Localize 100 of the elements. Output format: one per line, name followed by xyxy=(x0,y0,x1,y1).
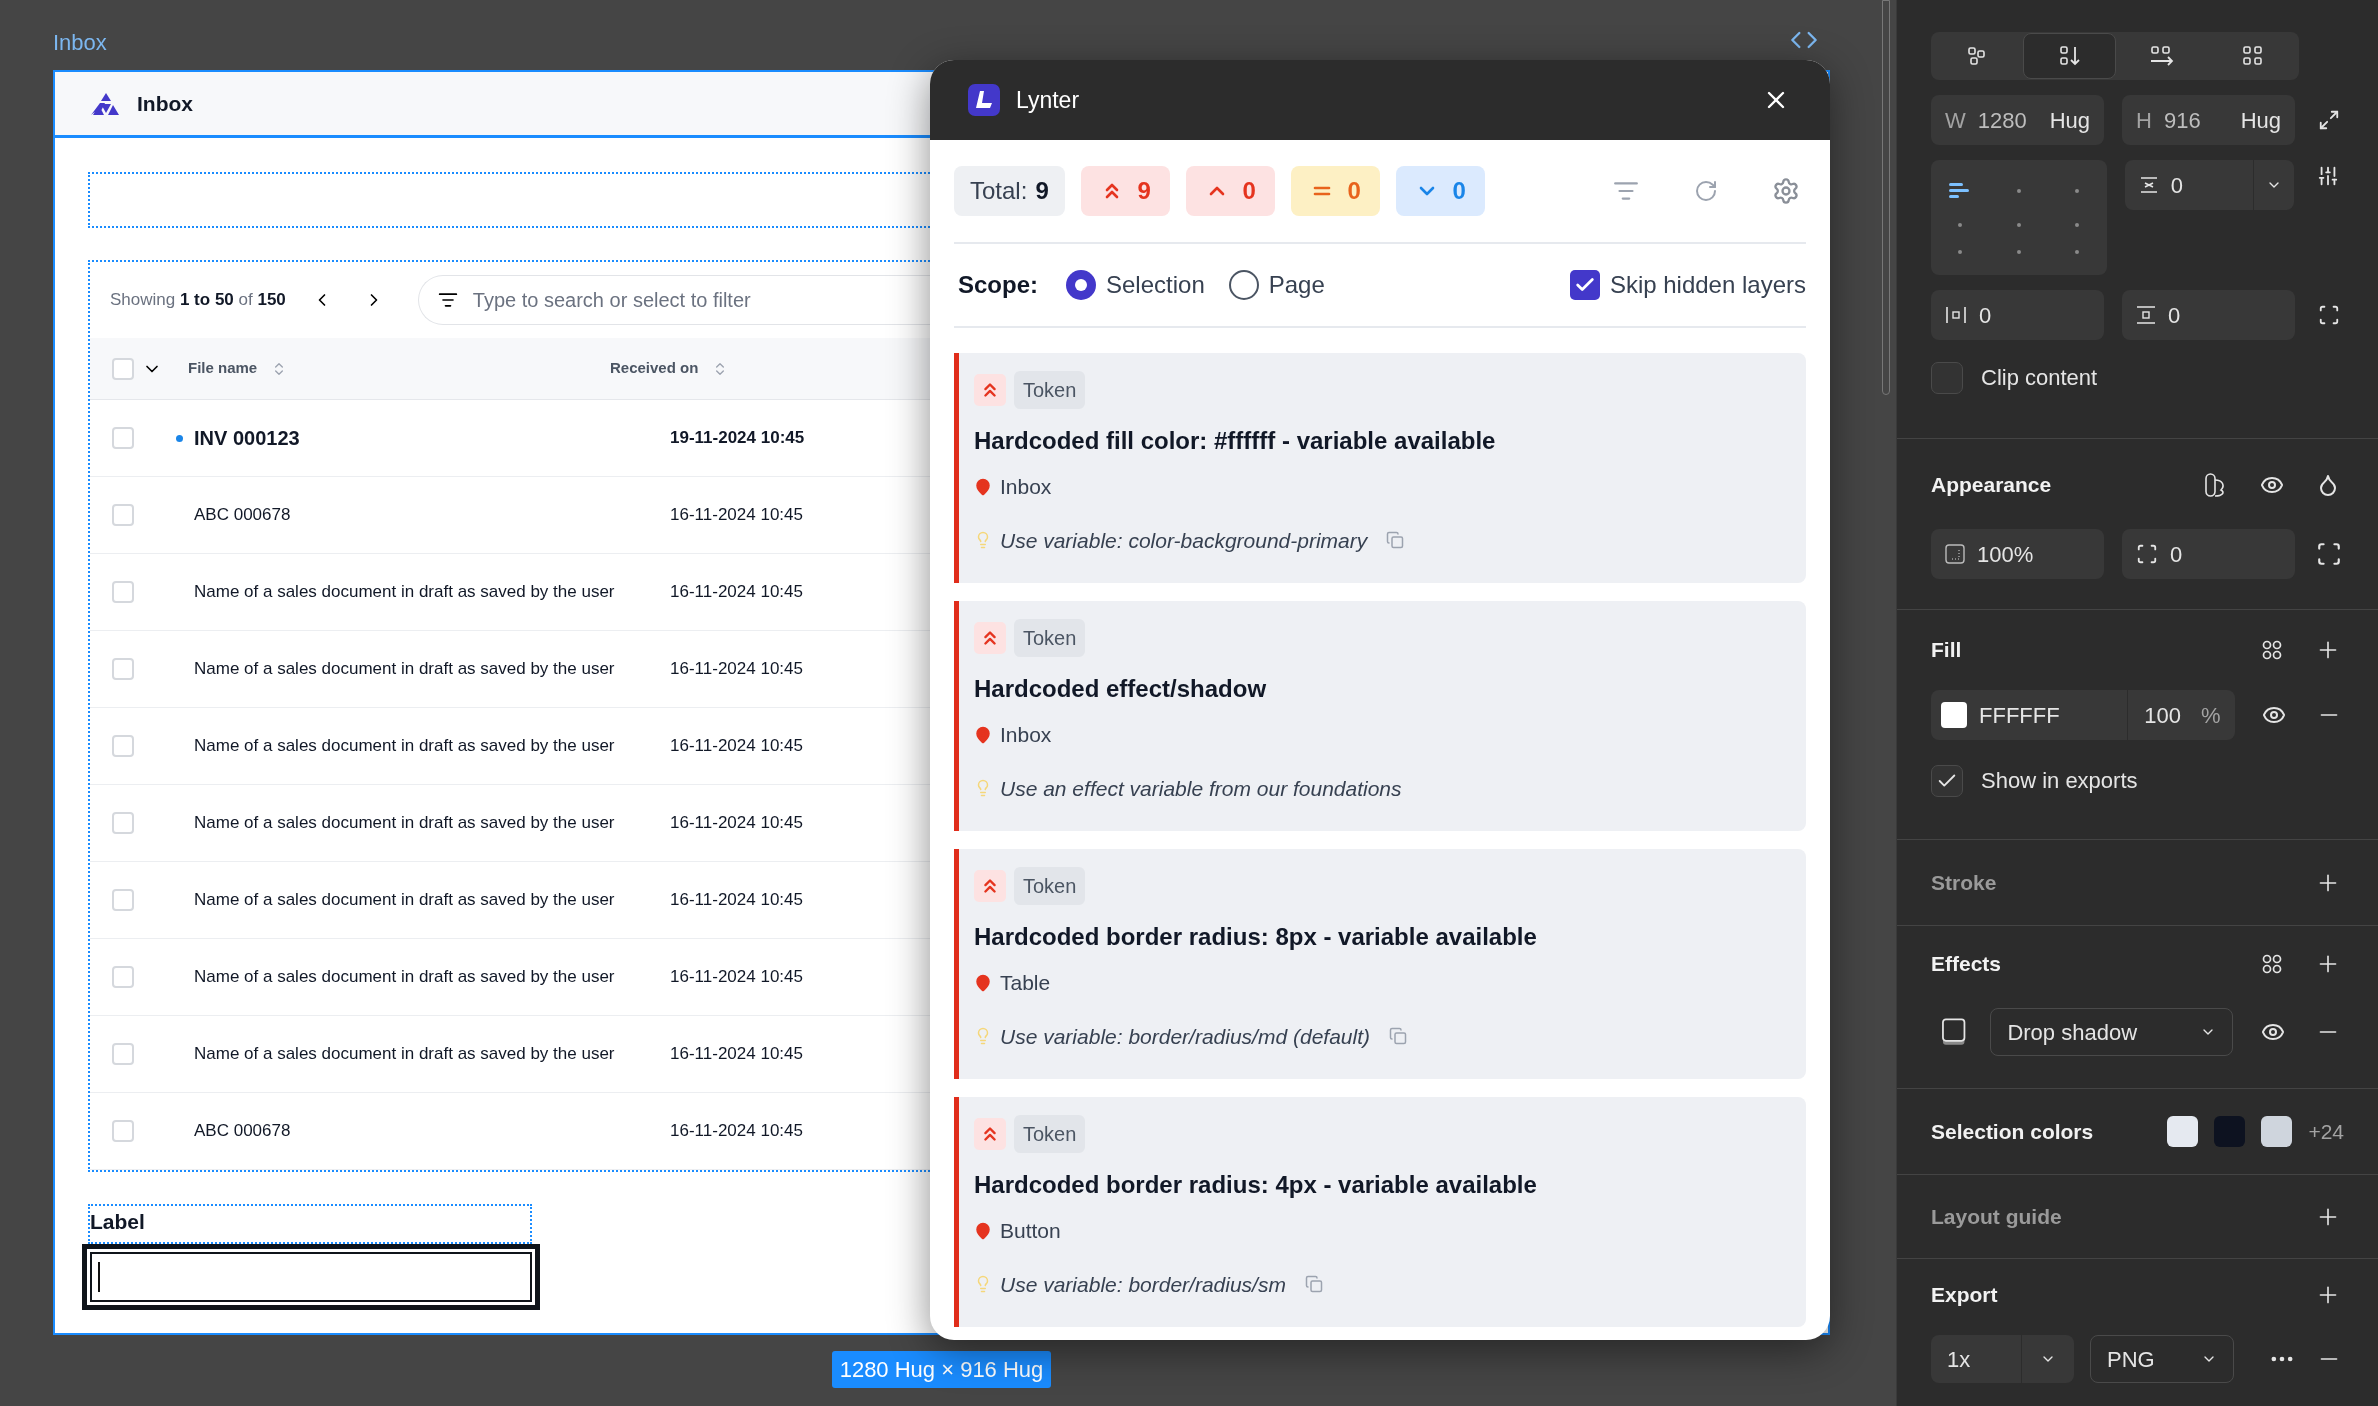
section-title: Stroke xyxy=(1931,869,1997,896)
total-label: Total: xyxy=(970,176,1028,206)
clip-content-checkbox[interactable]: Clip content xyxy=(1931,361,2344,394)
number-field[interactable]: H 916 Hug xyxy=(2122,95,2296,145)
copy-icon xyxy=(1386,531,1405,550)
pin-icon xyxy=(974,973,992,992)
row-checkbox[interactable] xyxy=(112,658,134,680)
row-checkbox[interactable] xyxy=(112,812,134,834)
issue-card[interactable]: Token Hardcoded fill color: #ffffff - variable available Inbox Use variable: color-background-primary xyxy=(954,353,1806,583)
table-cell-text: Name of a sales document in draft as saved by the user xyxy=(194,1043,616,1066)
number-field[interactable]: W 1280 Hug xyxy=(1931,95,2105,145)
size-badge: 1280 Hug × 916 Hug xyxy=(831,1351,1052,1388)
issue-card[interactable]: Token Hardcoded border radius: 8px - variable available Table Use variable: border/radius/md (default) xyxy=(954,849,1806,1079)
padding-value: 0 xyxy=(1979,301,1992,330)
section-title: Selection colors xyxy=(1931,1118,2094,1145)
issue-location: Button xyxy=(1000,1218,1061,1244)
number-field[interactable]: 0 xyxy=(1931,290,2105,340)
export-scale-dropdown[interactable]: 1x xyxy=(1931,1335,2074,1383)
table-cell-text: ABC 000678 xyxy=(194,1120,292,1143)
table-cell-text: ABC 000678 xyxy=(194,504,292,527)
export-format-dropdown[interactable]: PNG xyxy=(2090,1335,2235,1383)
horizontal-padding-icon xyxy=(1945,306,1967,324)
gap-value: 0 xyxy=(2170,171,2183,200)
column-header[interactable]: Received on xyxy=(610,357,699,380)
section-title: Fill xyxy=(1931,637,1962,664)
field-label: Label xyxy=(90,1210,145,1233)
table-cell-text: 19-11-2024 10:45 xyxy=(670,427,805,450)
align-left-icon xyxy=(1949,181,1972,200)
column-header[interactable]: File name xyxy=(188,357,258,380)
text-input-field[interactable] xyxy=(82,1243,540,1310)
fill-opacity-value: 100 xyxy=(2144,701,2181,730)
row-checkbox[interactable] xyxy=(112,504,134,526)
priority-count: 0 xyxy=(1452,176,1466,206)
row-checkbox[interactable] xyxy=(112,427,134,449)
row-checkbox[interactable] xyxy=(112,1120,134,1142)
scope-label: Scope: xyxy=(958,270,1038,300)
skip-hidden-checkbox[interactable]: Skip hidden layers xyxy=(1569,267,1806,303)
color-swatch[interactable] xyxy=(2261,1116,2293,1147)
fill-field[interactable]: FFFFFF 100 % xyxy=(1931,690,2235,740)
filter-icon xyxy=(437,290,458,310)
shadow-effect-icon[interactable] xyxy=(1941,1017,1967,1047)
scope-radio[interactable]: Page xyxy=(1228,267,1325,303)
category-tag: Token xyxy=(1014,867,1086,905)
effect-type-dropdown[interactable]: Drop shadow xyxy=(1990,1008,2234,1056)
issue-title: Hardcoded fill color: #ffffff - variable available xyxy=(974,426,1497,456)
category-tag: Token xyxy=(1014,619,1086,657)
color-swatch[interactable] xyxy=(2167,1116,2199,1147)
table-cell-text: Name of a sales document in draft as saved by the user xyxy=(194,658,616,681)
table-cell-text: 16-11-2024 10:45 xyxy=(670,1120,803,1143)
table-cell-text: Name of a sales document in draft as saved by the user xyxy=(194,966,616,989)
issue-suggestion: Use variable: color-background-primary xyxy=(1000,527,1368,554)
issue-card[interactable]: Token Hardcoded border radius: 4px - variable available Button Use variable: border/radius/sm xyxy=(954,1097,1806,1327)
issue-location: Inbox xyxy=(1000,722,1052,748)
table-cell-text: 16-11-2024 10:45 xyxy=(670,504,803,527)
issue-title: Hardcoded effect/shadow xyxy=(974,674,1268,704)
axis-label: H xyxy=(2136,106,2152,135)
more-colors-count[interactable]: +24 xyxy=(2308,1115,2344,1148)
corner-radius-icon xyxy=(2136,543,2159,565)
row-checkbox[interactable] xyxy=(112,966,134,988)
gap-icon xyxy=(2138,176,2159,194)
section-title: Appearance xyxy=(1931,472,2052,499)
plugin-title: Lynter xyxy=(1016,85,1080,115)
select-all-checkbox[interactable] xyxy=(112,357,134,380)
table-cell-text: 16-11-2024 10:45 xyxy=(670,1043,803,1066)
sizing-mode: Hug xyxy=(2240,106,2282,135)
plugin-logo-icon xyxy=(968,84,1000,116)
padding-value: 0 xyxy=(2168,301,2181,330)
layout-mode-option[interactable] xyxy=(2023,33,2116,79)
table-cell-text: Name of a sales document in draft as saved by the user xyxy=(194,812,616,835)
table-cell-text: 16-11-2024 10:45 xyxy=(670,889,803,912)
opacity-value: 100% xyxy=(1977,540,2034,569)
issue-location: Table xyxy=(1000,970,1051,996)
color-swatch[interactable] xyxy=(1941,702,1967,728)
frame-name-label[interactable]: Inbox xyxy=(53,26,107,59)
row-checkbox[interactable] xyxy=(112,581,134,603)
show-in-exports-checkbox[interactable]: Show in exports xyxy=(1931,764,2344,815)
search-field[interactable]: Type to search or select to filter xyxy=(417,275,930,325)
scope-radio[interactable]: Selection xyxy=(1066,267,1205,303)
priority-count-chip[interactable]: 0 xyxy=(1185,166,1275,216)
pagination-summary: Showing 1 to 50 of 150 xyxy=(110,289,286,312)
priority-count: 0 xyxy=(1347,176,1361,206)
sizing-mode: Hug xyxy=(2049,106,2091,135)
row-checkbox[interactable] xyxy=(112,1043,134,1065)
number-field[interactable]: 100% xyxy=(1931,529,2105,579)
percent-unit: % xyxy=(2200,701,2221,730)
row-checkbox[interactable] xyxy=(112,735,134,757)
number-field[interactable]: 0 xyxy=(2122,529,2296,579)
grid-layout-icon xyxy=(2240,44,2265,68)
pin-icon xyxy=(974,725,992,744)
dimension-value: 916 xyxy=(2163,106,2201,135)
number-field[interactable]: 0 xyxy=(2122,290,2296,340)
pin-icon xyxy=(974,1221,992,1240)
priority-count-chip[interactable]: 9 xyxy=(1080,166,1170,216)
gap-field[interactable]: 0 xyxy=(2124,160,2295,210)
issue-card[interactable]: Token Hardcoded effect/shadow Inbox Use an effect variable from our foundations xyxy=(954,601,1806,831)
table-cell-text: 16-11-2024 10:45 xyxy=(670,658,803,681)
category-tag: Token xyxy=(1014,1115,1086,1153)
color-swatch[interactable] xyxy=(2214,1116,2246,1147)
radius-value: 0 xyxy=(2170,540,2183,569)
row-checkbox[interactable] xyxy=(112,889,134,911)
